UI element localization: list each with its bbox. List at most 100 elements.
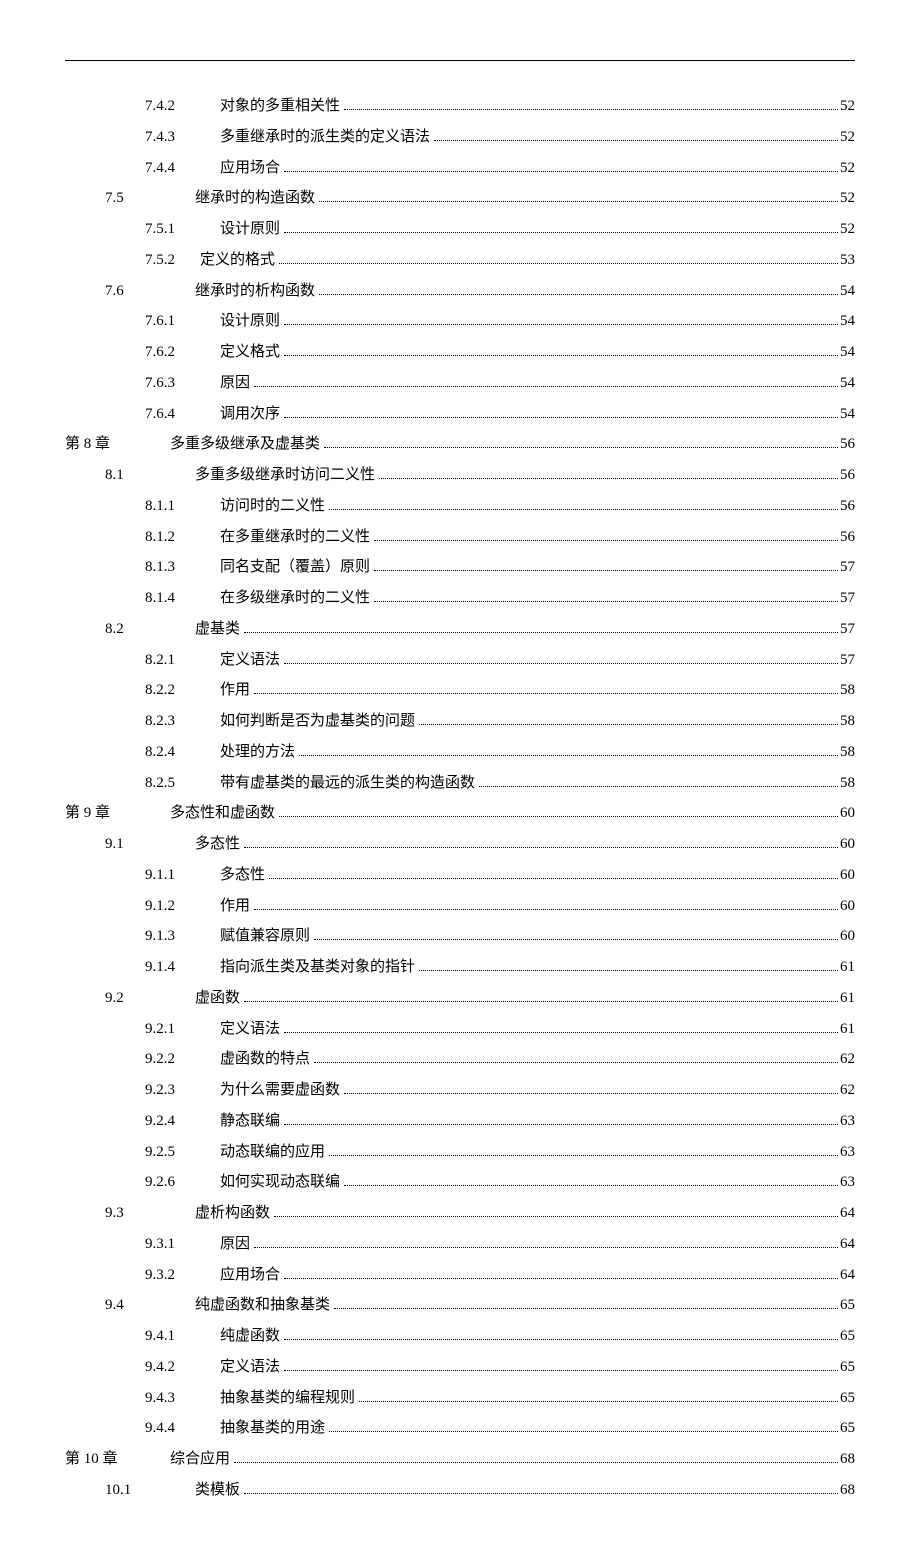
toc-entry[interactable]: 9.4.2定义语法65 (65, 1352, 855, 1383)
toc-entry-title: 指向派生类及基类对象的指针 (220, 952, 415, 983)
toc-leader-dots (419, 724, 838, 725)
toc-entry-title: 在多重继承时的二义性 (220, 522, 370, 553)
toc-entry-label: 9.1.2 (145, 891, 200, 922)
toc-entry[interactable]: 9.3虚析构函数64 (65, 1198, 855, 1229)
toc-entry[interactable]: 9.4.1纯虚函数65 (65, 1321, 855, 1352)
toc-leader-dots (329, 1155, 838, 1156)
toc-entry-page: 58 (840, 706, 855, 737)
toc-entry[interactable]: 9.1多态性60 (65, 829, 855, 860)
toc-entry-title: 在多级继承时的二义性 (220, 583, 370, 614)
toc-entry-title: 虚函数 (195, 983, 240, 1014)
toc-leader-dots (274, 1216, 838, 1217)
toc-entry-page: 64 (840, 1198, 855, 1229)
toc-entry-page: 52 (840, 122, 855, 153)
toc-entry[interactable]: 8.1.4在多级继承时的二义性57 (65, 583, 855, 614)
toc-entry[interactable]: 8.2.1定义语法57 (65, 645, 855, 676)
toc-entry[interactable]: 9.4.3抽象基类的编程规则65 (65, 1383, 855, 1414)
toc-entry-page: 57 (840, 614, 855, 645)
toc-entry[interactable]: 9.3.2应用场合64 (65, 1260, 855, 1291)
toc-entry-label: 8.2.3 (145, 706, 200, 737)
toc-entry[interactable]: 7.6.2定义格式54 (65, 337, 855, 368)
toc-entry[interactable]: 7.4.2对象的多重相关性52 (65, 91, 855, 122)
toc-leader-dots (254, 1247, 838, 1248)
toc-entry[interactable]: 8.2.3 如何判断是否为虚基类的问题 58 (65, 706, 855, 737)
toc-entry-title: 继承时的构造函数 (195, 183, 315, 214)
toc-entry[interactable]: 7.6.3原因54 (65, 368, 855, 399)
toc-entry[interactable]: 9.1.3赋值兼容原则60 (65, 921, 855, 952)
toc-entry[interactable]: 第 9 章多态性和虚函数60 (65, 798, 855, 829)
toc-entry-title: 如何判断是否为虚基类的问题 (220, 706, 415, 737)
toc-entry[interactable]: 10.1类模板68 (65, 1475, 855, 1506)
toc-entry[interactable]: 9.1.4指向派生类及基类对象的指针61 (65, 952, 855, 983)
toc-entry[interactable]: 9.2.4静态联编63 (65, 1106, 855, 1137)
toc-entry-title: 应用场合 (220, 153, 280, 184)
toc-entry[interactable]: 9.2.6如何实现动态联编63 (65, 1167, 855, 1198)
toc-leader-dots (299, 755, 838, 756)
toc-entry[interactable]: 7.4.3多重继承时的派生类的定义语法52 (65, 122, 855, 153)
toc-entry-label: 9.2 (105, 983, 160, 1014)
toc-entry[interactable]: 7.5继承时的构造函数52 (65, 183, 855, 214)
toc-entry[interactable]: 第 8 章多重多级继承及虚基类56 (65, 429, 855, 460)
toc-entry[interactable]: 8.2.5带有虚基类的最远的派生类的构造函数58 (65, 768, 855, 799)
toc-entry-title: 设计原则 (220, 306, 280, 337)
toc-entry-page: 56 (840, 460, 855, 491)
toc-leader-dots (344, 109, 838, 110)
toc-entry-title: 作用 (220, 675, 250, 706)
toc-leader-dots (284, 171, 838, 172)
toc-entry-label: 7.6.3 (145, 368, 200, 399)
toc-entry-label: 8.2.5 (145, 768, 200, 799)
toc-entry[interactable]: 9.2.3为什么需要虚函数62 (65, 1075, 855, 1106)
toc-leader-dots (284, 1278, 838, 1279)
table-of-contents: 7.4.2对象的多重相关性527.4.3多重继承时的派生类的定义语法527.4.… (65, 91, 855, 1506)
toc-leader-dots (334, 1308, 838, 1309)
toc-entry[interactable]: 8.1.3同名支配（覆盖）原则57 (65, 552, 855, 583)
toc-entry-label: 9.1.3 (145, 921, 200, 952)
toc-entry-label: 9.2.4 (145, 1106, 200, 1137)
toc-entry-page: 52 (840, 214, 855, 245)
toc-leader-dots (319, 201, 838, 202)
toc-entry[interactable]: 7.6.4调用次序54 (65, 399, 855, 430)
toc-entry[interactable]: 7.4.4应用场合52 (65, 153, 855, 184)
toc-entry-label: 9.3.1 (145, 1229, 200, 1260)
toc-entry[interactable]: 8.1.1访问时的二义性56 (65, 491, 855, 522)
toc-entry[interactable]: 8.2.2作用58 (65, 675, 855, 706)
toc-entry-label: 9.4.3 (145, 1383, 200, 1414)
toc-entry-label: 7.6.2 (145, 337, 200, 368)
toc-leader-dots (284, 417, 838, 418)
toc-entry[interactable]: 8.2.4处理的方法58 (65, 737, 855, 768)
toc-entry-label: 7.4.3 (145, 122, 200, 153)
toc-entry-page: 68 (840, 1444, 855, 1475)
toc-leader-dots (374, 540, 838, 541)
toc-entry-page: 63 (840, 1167, 855, 1198)
toc-entry[interactable]: 9.1.2作用60 (65, 891, 855, 922)
toc-entry[interactable]: 9.4纯虚函数和抽象基类65 (65, 1290, 855, 1321)
toc-entry-title: 调用次序 (220, 399, 280, 430)
toc-entry[interactable]: 7.5.2 定义的格式53 (65, 245, 855, 276)
toc-entry-label: 8.2 (105, 614, 160, 645)
toc-entry-label: 8.2.1 (145, 645, 200, 676)
toc-entry-label: 7.6 (105, 276, 160, 307)
toc-entry[interactable]: 9.2.5动态联编的应用63 (65, 1137, 855, 1168)
toc-entry[interactable]: 8.1多重多级继承时访问二义性56 (65, 460, 855, 491)
toc-entry[interactable]: 第 10 章综合应用68 (65, 1444, 855, 1475)
toc-entry[interactable]: 9.2.1定义语法61 (65, 1014, 855, 1045)
toc-entry[interactable]: 7.6继承时的析构函数54 (65, 276, 855, 307)
toc-entry-page: 60 (840, 798, 855, 829)
toc-entry[interactable]: 9.3.1原因64 (65, 1229, 855, 1260)
toc-entry-title: 定义格式 (220, 337, 280, 368)
toc-entry-page: 63 (840, 1137, 855, 1168)
toc-entry-label: 9.4.2 (145, 1352, 200, 1383)
toc-entry[interactable]: 8.1.2在多重继承时的二义性56 (65, 522, 855, 553)
toc-entry[interactable]: 7.5.1设计原则52 (65, 214, 855, 245)
toc-entry-label: 7.6.1 (145, 306, 200, 337)
toc-entry-page: 65 (840, 1352, 855, 1383)
toc-entry[interactable]: 8.2虚基类57 (65, 614, 855, 645)
toc-entry[interactable]: 9.2虚函数61 (65, 983, 855, 1014)
toc-entry-label: 7.5.2 (145, 245, 200, 276)
toc-entry[interactable]: 9.4.4抽象基类的用途65 (65, 1413, 855, 1444)
toc-entry-title: 综合应用 (170, 1444, 230, 1475)
toc-entry-title: 定义的格式 (200, 245, 275, 276)
toc-entry[interactable]: 7.6.1设计原则54 (65, 306, 855, 337)
toc-entry[interactable]: 9.2.2虚函数的特点62 (65, 1044, 855, 1075)
toc-entry[interactable]: 9.1.1多态性60 (65, 860, 855, 891)
